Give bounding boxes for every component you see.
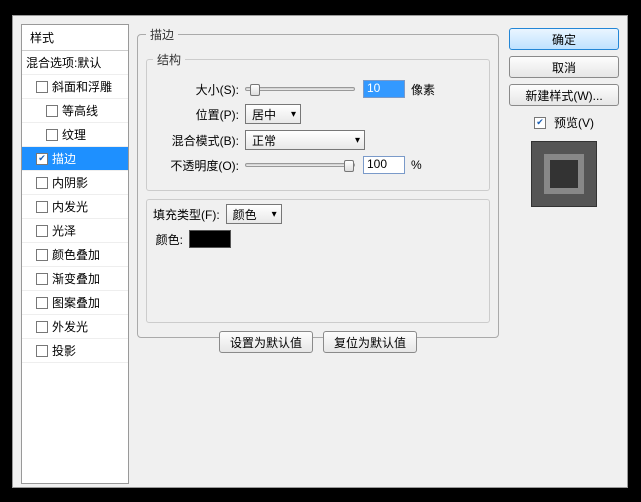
size-slider[interactable] [245, 87, 355, 91]
sidebar-item-label: 渐变叠加 [52, 270, 100, 287]
ok-button[interactable]: 确定 [509, 28, 619, 50]
color-swatch[interactable] [189, 230, 231, 248]
styles-sidebar: 样式 混合选项:默认 斜面和浮雕等高线纹理 ✔ 描边内阴影内发光光泽颜色叠加渐变叠加… [21, 24, 129, 484]
sidebar-checkbox-2[interactable] [46, 129, 58, 141]
sidebar-item-label: 内发光 [52, 198, 88, 215]
cancel-button[interactable]: 取消 [509, 56, 619, 78]
sidebar-item-label: 投影 [52, 342, 76, 359]
new-style-button[interactable]: 新建样式(W)... [509, 84, 619, 106]
sidebar-blending-options[interactable]: 混合选项:默认 [22, 51, 128, 75]
sidebar-item-label: 等高线 [62, 102, 98, 119]
dialog-buttons: 确定 取消 新建样式(W)... ✔ 预览(V) [509, 28, 619, 207]
sidebar-checkbox-3[interactable]: ✔ [36, 153, 48, 165]
blend-mode-label: 混合模式(B): [153, 132, 245, 149]
sidebar-item-3[interactable]: ✔ 描边 [22, 147, 128, 171]
color-label: 颜色: [153, 231, 189, 248]
sidebar-item-label: 外发光 [52, 318, 88, 335]
position-label: 位置(P): [153, 106, 245, 123]
sidebar-item-5[interactable]: 内发光 [22, 195, 128, 219]
stroke-settings: 描边 结构 大小(S): 10 像素 位置(P): 居中 混合模式(B): [137, 26, 499, 486]
sidebar-checkbox-8[interactable] [36, 273, 48, 285]
reset-default-button[interactable]: 复位为默认值 [323, 331, 417, 353]
preview-checkbox[interactable]: ✔ [534, 117, 546, 129]
sidebar-checkbox-10[interactable] [36, 321, 48, 333]
sidebar-checkbox-5[interactable] [36, 201, 48, 213]
sidebar-checkbox-4[interactable] [36, 177, 48, 189]
sidebar-checkbox-7[interactable] [36, 249, 48, 261]
fill-type-label: 填充类型(F): [153, 206, 226, 223]
preview-label: 预览(V) [554, 114, 594, 131]
preview-swatch [531, 141, 597, 207]
sidebar-item-label: 颜色叠加 [52, 246, 100, 263]
structure-title: 结构 [153, 51, 185, 68]
sidebar-item-8[interactable]: 渐变叠加 [22, 267, 128, 291]
sidebar-item-10[interactable]: 外发光 [22, 315, 128, 339]
sidebar-item-7[interactable]: 颜色叠加 [22, 243, 128, 267]
sidebar-checkbox-0[interactable] [36, 81, 48, 93]
sidebar-item-label: 内阴影 [52, 174, 88, 191]
set-default-button[interactable]: 设置为默认值 [219, 331, 313, 353]
opacity-slider[interactable] [245, 163, 355, 167]
sidebar-checkbox-1[interactable] [46, 105, 58, 117]
sidebar-checkbox-11[interactable] [36, 345, 48, 357]
sidebar-item-label: 图案叠加 [52, 294, 100, 311]
position-dropdown[interactable]: 居中 [245, 104, 301, 124]
fill-type-dropdown[interactable]: 颜色 [226, 204, 282, 224]
group-title: 描边 [146, 26, 178, 43]
sidebar-item-6[interactable]: 光泽 [22, 219, 128, 243]
sidebar-item-2[interactable]: 纹理 [22, 123, 128, 147]
sidebar-item-label: 光泽 [52, 222, 76, 239]
sidebar-checkbox-6[interactable] [36, 225, 48, 237]
blend-mode-dropdown[interactable]: 正常 [245, 130, 365, 150]
sidebar-checkbox-9[interactable] [36, 297, 48, 309]
sidebar-item-9[interactable]: 图案叠加 [22, 291, 128, 315]
sidebar-item-0[interactable]: 斜面和浮雕 [22, 75, 128, 99]
sidebar-item-label: 描边 [52, 150, 76, 167]
size-unit: 像素 [411, 81, 435, 98]
sidebar-header: 样式 [22, 25, 128, 51]
size-input[interactable]: 10 [363, 80, 405, 98]
sidebar-item-4[interactable]: 内阴影 [22, 171, 128, 195]
sidebar-item-label: 纹理 [62, 126, 86, 143]
opacity-unit: % [411, 158, 422, 172]
sidebar-item-11[interactable]: 投影 [22, 339, 128, 363]
size-label: 大小(S): [153, 81, 245, 98]
opacity-input[interactable]: 100 [363, 156, 405, 174]
opacity-label: 不透明度(O): [153, 157, 245, 174]
sidebar-item-1[interactable]: 等高线 [22, 99, 128, 123]
sidebar-item-label: 斜面和浮雕 [52, 78, 112, 95]
